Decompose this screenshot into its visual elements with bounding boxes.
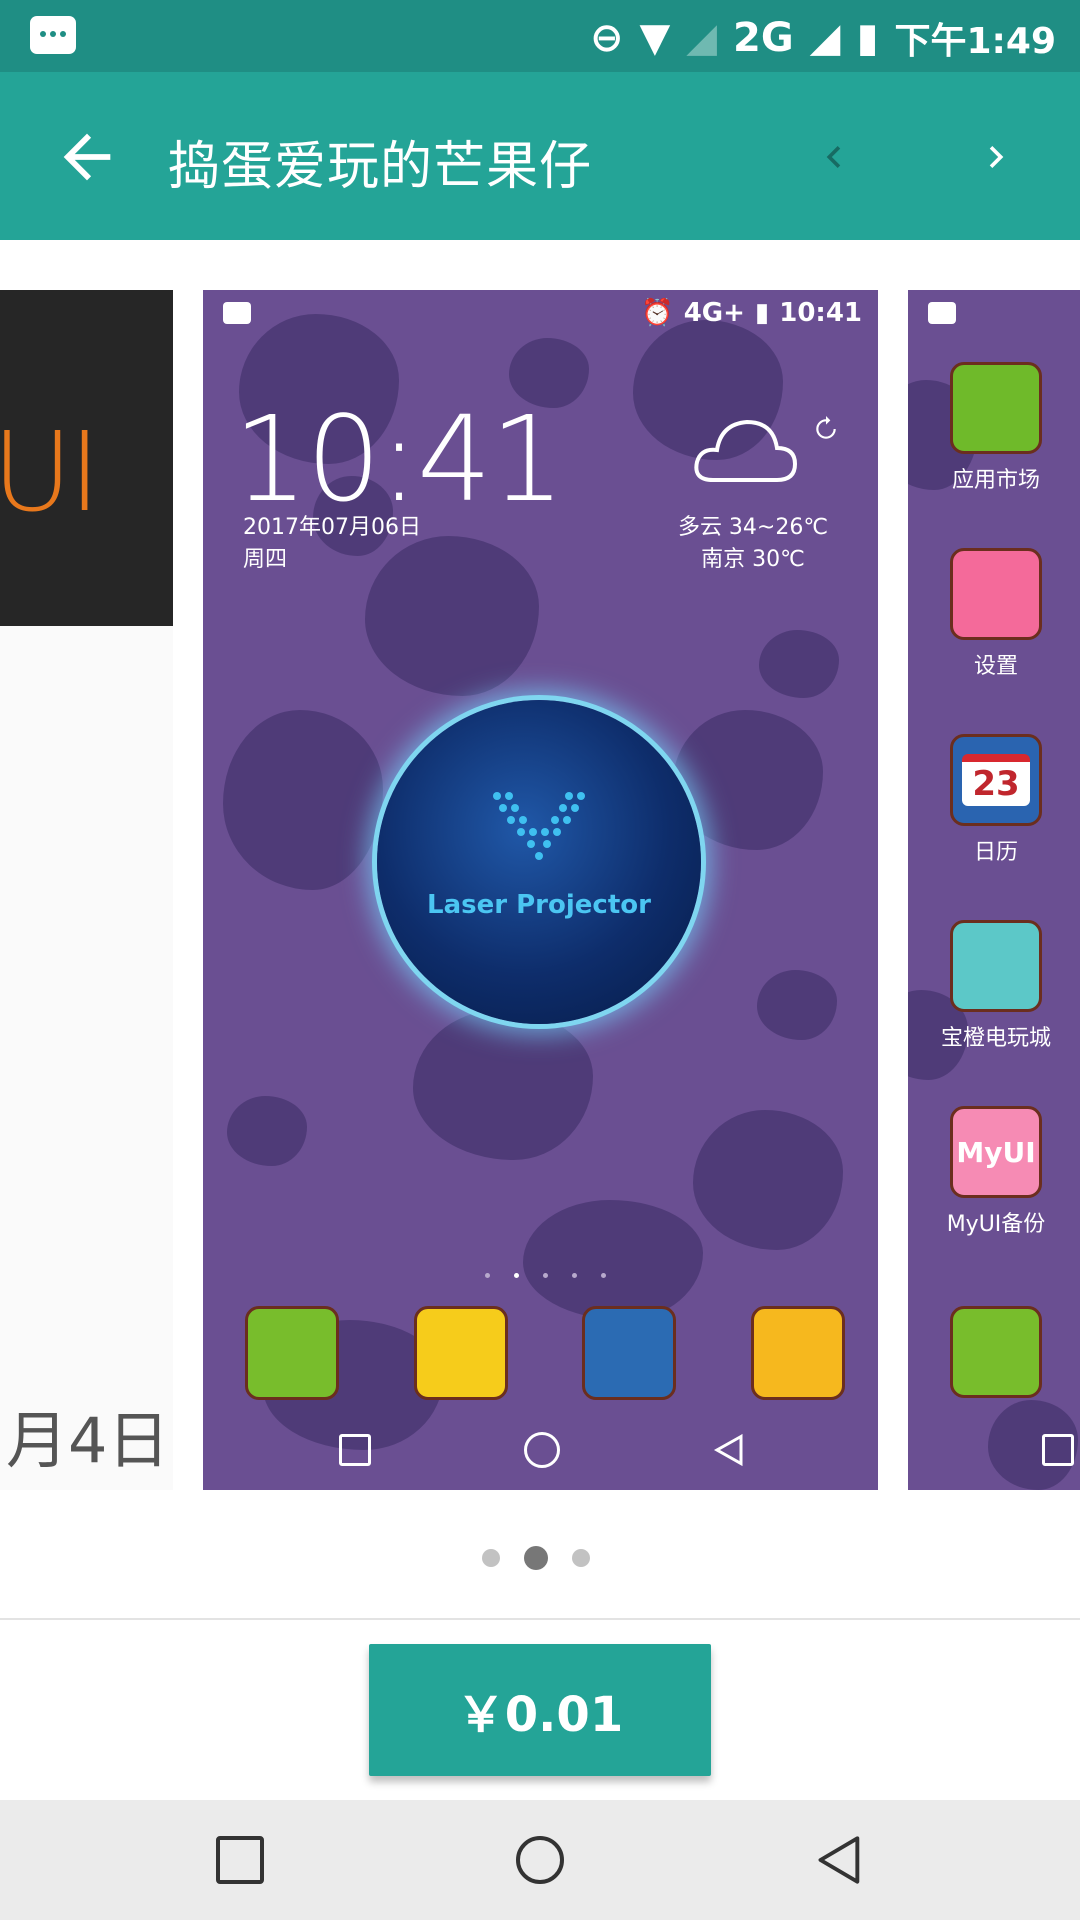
preview-left-date: 月4日 xyxy=(6,1404,170,1477)
preview-home-icon xyxy=(524,1432,560,1468)
preview-page-dots xyxy=(485,1273,606,1278)
calendar-icon: 23 xyxy=(950,734,1042,826)
next-chevron-icon[interactable] xyxy=(974,132,1018,182)
app-settings-label: 设置 xyxy=(973,654,1018,679)
home-icon[interactable] xyxy=(516,1836,564,1884)
alarm-icon: ⏰ xyxy=(641,298,674,328)
preview-card-main[interactable]: ⏰ 4G+ ▮ 10:41 10:41 2017年07月06日 周四 多云 34… xyxy=(203,290,878,1490)
right-preview-notification-icon xyxy=(928,302,956,324)
v-logo-icon xyxy=(493,792,585,860)
settings-flower-icon xyxy=(950,548,1042,640)
laser-projector-widget: Laser Projector xyxy=(377,700,701,1024)
dino-app-icon xyxy=(950,1306,1042,1398)
preview-back-icon xyxy=(713,1433,743,1467)
preview-card-left[interactable]: UI 月4日 xyxy=(0,290,173,1490)
app-game-center: 宝橙电玩城 xyxy=(941,920,1051,1051)
signal-full-icon: ◢ xyxy=(809,15,841,61)
app-calendar-label: 日历 xyxy=(973,840,1018,865)
right-preview-recents-icon xyxy=(1042,1434,1074,1466)
preview-network: 4G+ xyxy=(683,298,745,328)
preview-left-brand: UI xyxy=(0,408,101,536)
laser-projector-label: Laser Projector xyxy=(427,890,651,920)
message-app-icon xyxy=(413,1306,508,1400)
app-myui-backup: MyUI MyUI备份 xyxy=(947,1106,1045,1237)
preview-pager[interactable] xyxy=(482,1546,590,1570)
app-game-center-label: 宝橙电玩城 xyxy=(940,1026,1051,1051)
battery-icon: ▮ xyxy=(856,15,879,61)
app-market-label: 应用市场 xyxy=(951,468,1040,493)
app-calendar: 23 日历 xyxy=(950,734,1042,865)
pager-dot[interactable] xyxy=(482,1549,500,1567)
preview-notification-icon xyxy=(223,302,251,324)
myui-icon: MyUI xyxy=(950,1106,1042,1198)
divider xyxy=(0,1618,1080,1620)
cloud-icon xyxy=(694,419,798,482)
game-center-icon xyxy=(950,920,1042,1012)
recents-icon[interactable] xyxy=(216,1836,264,1884)
app-market: 应用市场 xyxy=(950,362,1042,493)
app-bar: 捣蛋爱玩的芒果仔 xyxy=(0,72,1080,240)
preview-battery-icon: ▮ xyxy=(754,298,770,328)
preview-dock xyxy=(245,1306,845,1400)
back-arrow-icon[interactable] xyxy=(52,122,122,192)
pager-dot-active[interactable] xyxy=(524,1546,548,1570)
app-market-icon xyxy=(950,362,1042,454)
planet-app-icon xyxy=(582,1306,677,1400)
status-icons: ⊖ ▼ ◢ 2G ◢ ▮ 下午1:49 xyxy=(590,12,1056,64)
system-nav-bar xyxy=(0,1800,1080,1920)
app-settings: 设置 xyxy=(950,548,1042,679)
preview-weekday: 周四 xyxy=(243,547,288,572)
dnd-icon: ⊖ xyxy=(589,15,624,61)
network-type: 2G xyxy=(733,15,794,61)
status-time: 下午1:49 xyxy=(894,21,1056,62)
preview-nav-bar xyxy=(203,1420,878,1480)
preview-left-header: UI xyxy=(0,290,173,626)
camera-app-icon xyxy=(750,1306,845,1400)
preview-status-bar: ⏰ 4G+ ▮ 10:41 xyxy=(203,290,878,336)
right-dock-app xyxy=(950,1306,1042,1406)
weather-city: 南京 30℃ xyxy=(701,547,805,572)
previous-chevron-icon[interactable] xyxy=(812,132,856,182)
preview-clock: 10:41 xyxy=(233,390,565,528)
preview-status-time: 10:41 xyxy=(779,298,862,328)
buy-button[interactable]: ￥0.01 xyxy=(369,1644,711,1776)
status-bar: ⊖ ▼ ◢ 2G ◢ ▮ 下午1:49 xyxy=(0,0,1080,72)
preview-recents-icon xyxy=(339,1434,371,1466)
pager-dot[interactable] xyxy=(572,1549,590,1567)
preview-date-block: 2017年07月06日 周四 xyxy=(243,512,421,576)
preview-card-right[interactable]: 应用市场 设置 23 日历 宝橙电玩城 MyUI MyUI备份 xyxy=(908,290,1080,1490)
refresh-icon xyxy=(816,416,836,439)
back-icon[interactable] xyxy=(814,1834,866,1886)
preview-date: 2017年07月06日 xyxy=(243,515,421,540)
weather-condition: 多云 34~26℃ xyxy=(677,515,829,540)
wifi-icon: ▼ xyxy=(639,15,671,61)
page-title: 捣蛋爱玩的芒果仔 xyxy=(168,137,593,197)
app-myui-backup-label: MyUI备份 xyxy=(946,1212,1046,1237)
notification-icon xyxy=(30,16,76,54)
signal-icon: ◢ xyxy=(686,15,717,61)
dino-app-icon xyxy=(245,1306,339,1400)
